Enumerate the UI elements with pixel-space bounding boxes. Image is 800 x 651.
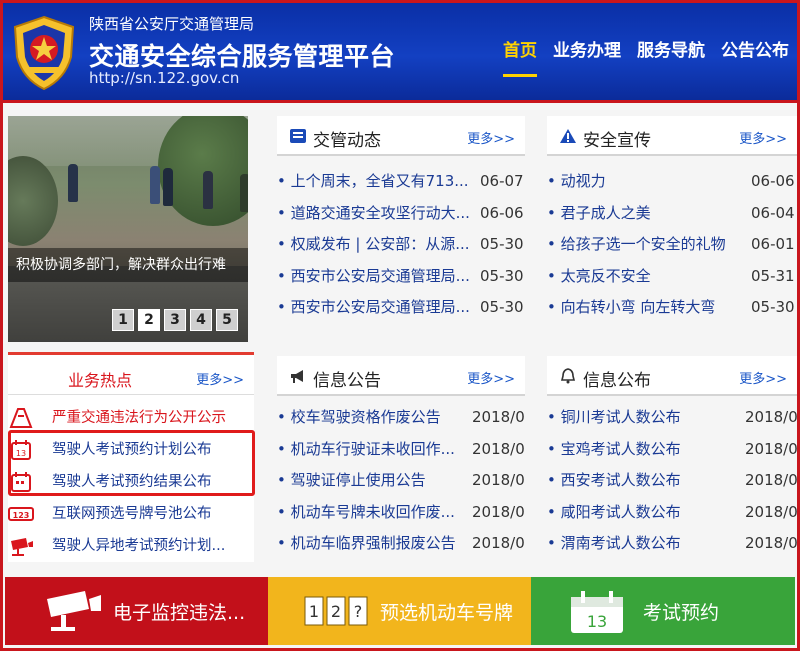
info-publish-more-link[interactable]: 更多>> xyxy=(739,368,787,387)
svg-text:?: ? xyxy=(354,602,363,621)
list-item[interactable]: • 道路交通安全攻坚行动大... 06-06 xyxy=(277,198,525,230)
hot-item-violation[interactable]: 严重交通违法行为公开公示 xyxy=(8,405,226,431)
highlight-box xyxy=(8,430,255,496)
traffic-news-title: 交管动态 xyxy=(313,131,381,151)
list-item[interactable]: • 机动车临界强制报废公告2018/05 xyxy=(277,528,525,560)
carousel-pagination: 1 2 3 4 5 xyxy=(112,309,238,331)
list-item[interactable]: • 太亮反不安全 05-31 xyxy=(547,261,797,293)
list-item[interactable]: • 权威发布 | 公安部：从源... 05-30 xyxy=(277,229,525,261)
carousel-page-3[interactable]: 3 xyxy=(164,309,186,331)
safety-title: 安全宣传 xyxy=(583,131,651,151)
news-carousel[interactable]: 积极协调多部门，解决群众出行难 1 2 3 4 5 xyxy=(8,116,248,342)
hot-business-more-link[interactable]: 更多>> xyxy=(196,369,244,388)
nav-business[interactable]: 业务办理 xyxy=(545,39,629,69)
hot-item-remote-exam[interactable]: 驾驶人异地考试预约计划... xyxy=(8,533,225,559)
plate-icon: 123 xyxy=(8,503,34,525)
traffic-news-panel: 交管动态 更多>> • 上个周末，全省又有713... 06-07 • 道路交通安… xyxy=(277,116,525,324)
list-item[interactable]: • 西安考试人数公布 2018/0 xyxy=(547,465,797,497)
list-item[interactable]: • 动视力 06-06 xyxy=(547,166,797,198)
brand-title: 交通安全综合服务管理平台 xyxy=(89,42,396,71)
surveillance-camera-icon xyxy=(47,591,101,631)
tile-surveillance-label: 电子监控违法... xyxy=(113,602,246,624)
info-publish-list: • 铜川考试人数公布 2018/0 • 宝鸡考试人数公布 2018/0 • 西安考试… xyxy=(547,402,797,560)
list-item[interactable]: • 西安市公安局交通管理局... 05-30 xyxy=(277,261,525,293)
list-item[interactable]: • 驾驶证停止使用公告2018/05 xyxy=(277,465,525,497)
list-item[interactable]: • 西安市公安局交通管理局... 05-30 xyxy=(277,292,525,324)
license-plate-icon: 1 2 ? xyxy=(304,596,368,626)
list-item[interactable]: • 机动车号牌未收回作废...2018/05 xyxy=(277,497,525,529)
brand-subtitle: 陕西省公安厅交通管理局 xyxy=(89,15,255,33)
tile-surveillance[interactable]: 电子监控违法... xyxy=(5,577,268,645)
carousel-page-4[interactable]: 4 xyxy=(190,309,212,331)
hot-business-title: 业务热点 xyxy=(68,371,133,390)
info-publish-title: 信息公布 xyxy=(583,371,651,391)
hot-business-header: 业务热点 更多>> xyxy=(8,355,254,395)
carousel-page-2[interactable]: 2 xyxy=(138,309,160,331)
svg-text:13: 13 xyxy=(587,612,607,631)
safety-list: • 动视力 06-06 • 君子成人之美 06-04 • 给孩子选一个安全的礼物 06… xyxy=(547,166,797,324)
megaphone-icon xyxy=(291,370,303,383)
traffic-news-header: 交管动态 更多>> xyxy=(277,116,525,156)
list-item[interactable]: • 给孩子选一个安全的礼物 06-01 xyxy=(547,229,797,261)
info-notice-title: 信息公告 xyxy=(313,371,381,391)
list-item[interactable]: • 上个周末，全省又有713... 06-07 xyxy=(277,166,525,198)
carousel-page-5[interactable]: 5 xyxy=(216,309,238,331)
traffic-news-more-link[interactable]: 更多>> xyxy=(467,128,515,147)
brand-url[interactable]: http://sn.122.gov.cn xyxy=(89,69,239,87)
info-notice-list: • 校车驾驶资格作废公告2018/05 • 机动车行驶证未收回作...2018/… xyxy=(277,402,525,560)
camera-icon xyxy=(8,535,34,557)
news-icon xyxy=(290,129,306,143)
safety-panel: 安全宣传 更多>> • 动视力 06-06 • 君子成人之美 06-04 • 给孩子… xyxy=(547,116,797,324)
list-item[interactable]: • 向右转小弯 向左转大弯 05-30 xyxy=(547,292,797,324)
svg-text:123: 123 xyxy=(13,511,30,520)
safety-header: 安全宣传 更多>> xyxy=(547,116,797,156)
police-emblem-icon xyxy=(13,15,75,91)
exam-calendar-icon: 13 xyxy=(571,591,623,633)
svg-text:2: 2 xyxy=(331,602,341,621)
info-notice-panel: 信息公告 更多>> • 校车驾驶资格作废公告2018/05 • 机动车行驶证未收… xyxy=(277,356,525,560)
list-item[interactable]: • 君子成人之美 06-04 xyxy=(547,198,797,230)
site-header: 陕西省公安厅交通管理局 交通安全综合服务管理平台 http://sn.122.g… xyxy=(3,3,797,103)
safety-more-link[interactable]: 更多>> xyxy=(739,128,787,147)
list-item[interactable]: • 铜川考试人数公布 2018/0 xyxy=(547,402,797,434)
info-notice-more-link[interactable]: 更多>> xyxy=(467,368,515,387)
nav-announcements[interactable]: 公告公布 xyxy=(713,39,797,69)
tile-license-plate-label: 预选机动车号牌 xyxy=(380,602,514,624)
svg-text:1: 1 xyxy=(309,602,319,621)
list-item[interactable]: • 机动车行驶证未收回作...2018/05 xyxy=(277,434,525,466)
bell-icon xyxy=(560,368,576,384)
nav-service-guide[interactable]: 服务导航 xyxy=(629,39,713,69)
tile-exam-booking[interactable]: 13 考试预约 xyxy=(531,577,795,645)
list-item[interactable]: • 渭南考试人数公布 2018/0 xyxy=(547,528,797,560)
list-item[interactable]: • 校车驾驶资格作废公告2018/05 xyxy=(277,402,525,434)
traffic-news-list: • 上个周末，全省又有713... 06-07 • 道路交通安全攻坚行动大... 0… xyxy=(277,166,525,324)
violation-icon xyxy=(8,407,34,429)
info-notice-header: 信息公告 更多>> xyxy=(277,356,525,396)
main-nav: 首页 业务办理 服务导航 公告公布 xyxy=(495,39,797,77)
list-item[interactable]: • 咸阳考试人数公布 2018/0 xyxy=(547,497,797,529)
list-item[interactable]: • 宝鸡考试人数公布 2018/0 xyxy=(547,434,797,466)
hot-item-plate-pool[interactable]: 123 互联网预选号牌号池公布 xyxy=(8,501,212,527)
info-publish-panel: 信息公布 更多>> • 铜川考试人数公布 2018/0 • 宝鸡考试人数公布 201… xyxy=(547,356,797,560)
tile-exam-booking-label: 考试预约 xyxy=(643,602,720,624)
tile-license-plate[interactable]: 1 2 ? 预选机动车号牌 xyxy=(268,577,531,645)
carousel-page-1[interactable]: 1 xyxy=(112,309,134,331)
info-publish-header: 信息公布 更多>> xyxy=(547,356,797,396)
nav-home[interactable]: 首页 xyxy=(495,39,545,77)
warning-icon xyxy=(560,129,576,143)
carousel-caption[interactable]: 积极协调多部门，解决群众出行难 xyxy=(8,248,248,282)
